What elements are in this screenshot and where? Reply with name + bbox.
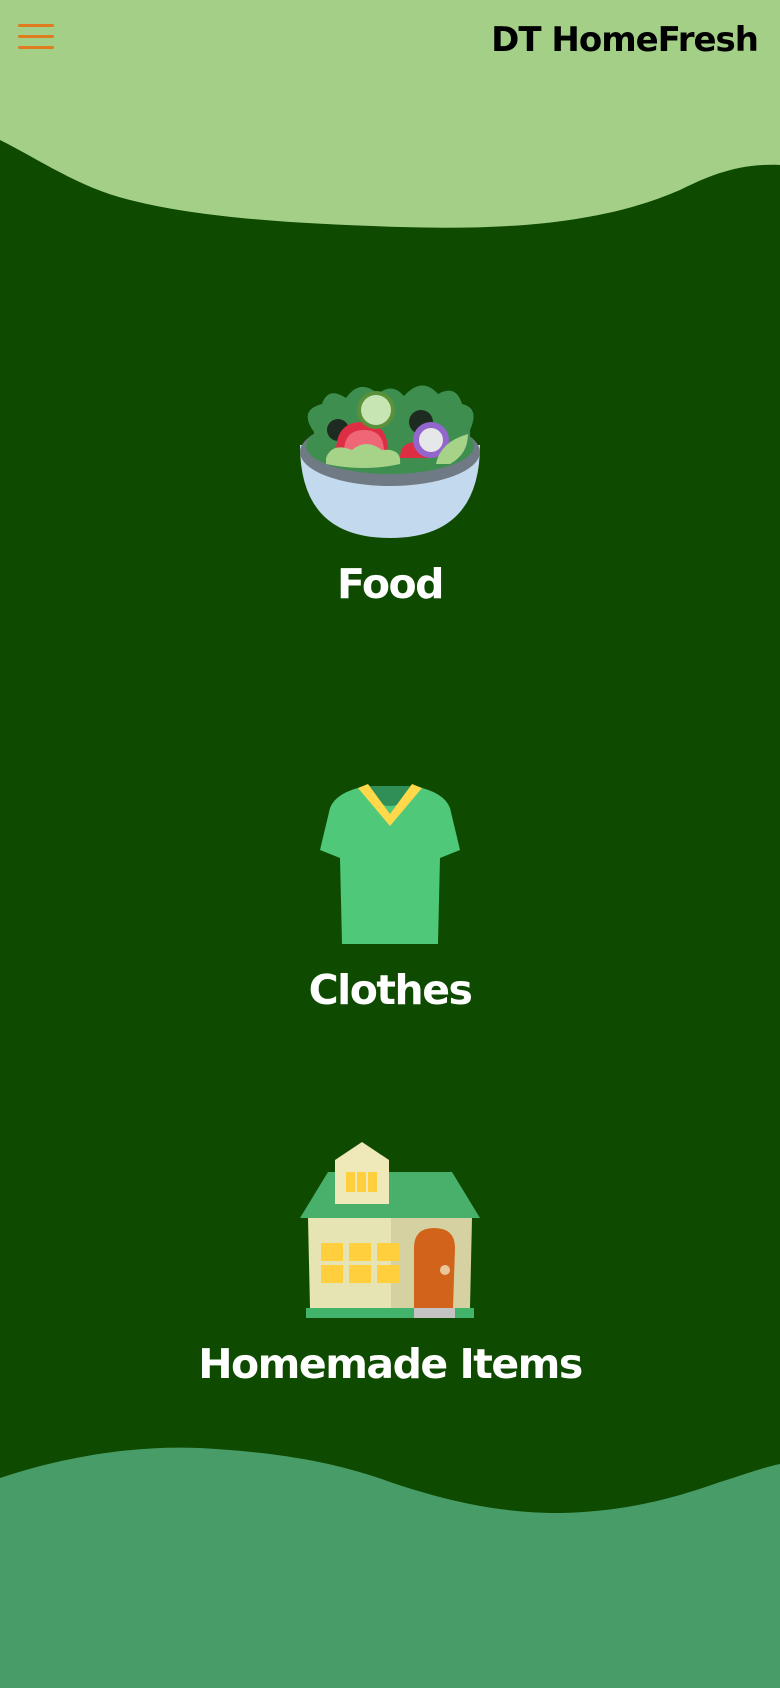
- menu-line: [18, 46, 54, 49]
- category-label-food: Food: [336, 560, 445, 608]
- bottom-wave-background: [0, 1447, 780, 1688]
- menu-line: [18, 35, 54, 38]
- house-icon: [0, 1142, 780, 1318]
- category-food[interactable]: Food: [0, 380, 780, 608]
- category-label-homemade-items: Homemade Items: [198, 1340, 583, 1388]
- t-shirt-icon: [0, 784, 780, 944]
- category-label-clothes: Clothes: [308, 966, 473, 1014]
- salad-bowl-icon: [0, 380, 780, 540]
- category-clothes[interactable]: Clothes: [0, 784, 780, 1014]
- app-title: DT HomeFresh: [491, 20, 759, 60]
- menu-line: [18, 24, 54, 27]
- bottom-wave-shape: [0, 1447, 780, 1688]
- hamburger-menu-button[interactable]: [14, 20, 58, 56]
- category-homemade-items[interactable]: Homemade Items: [0, 1142, 780, 1388]
